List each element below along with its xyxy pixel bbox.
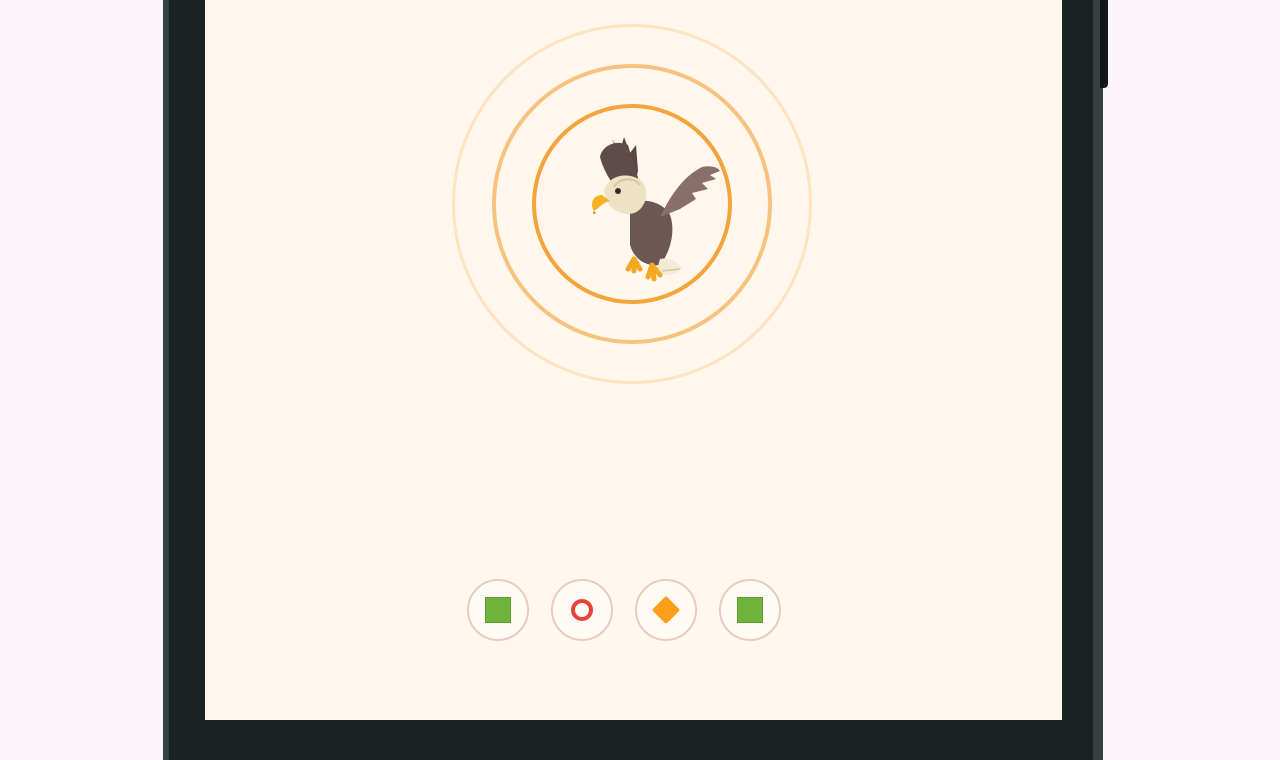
green-square-icon [485, 597, 511, 623]
green-square-icon [737, 597, 763, 623]
shape-options-row [467, 579, 797, 645]
option-button-2[interactable] [551, 579, 613, 641]
eagle-icon [592, 137, 720, 282]
phone-side-button [1100, 0, 1108, 88]
orange-diamond-icon [651, 595, 681, 625]
option-button-4[interactable] [719, 579, 781, 641]
option-button-1[interactable] [467, 579, 529, 641]
eagle-avatar [452, 24, 812, 384]
option-button-3[interactable] [635, 579, 697, 641]
red-ring-icon [571, 599, 593, 621]
